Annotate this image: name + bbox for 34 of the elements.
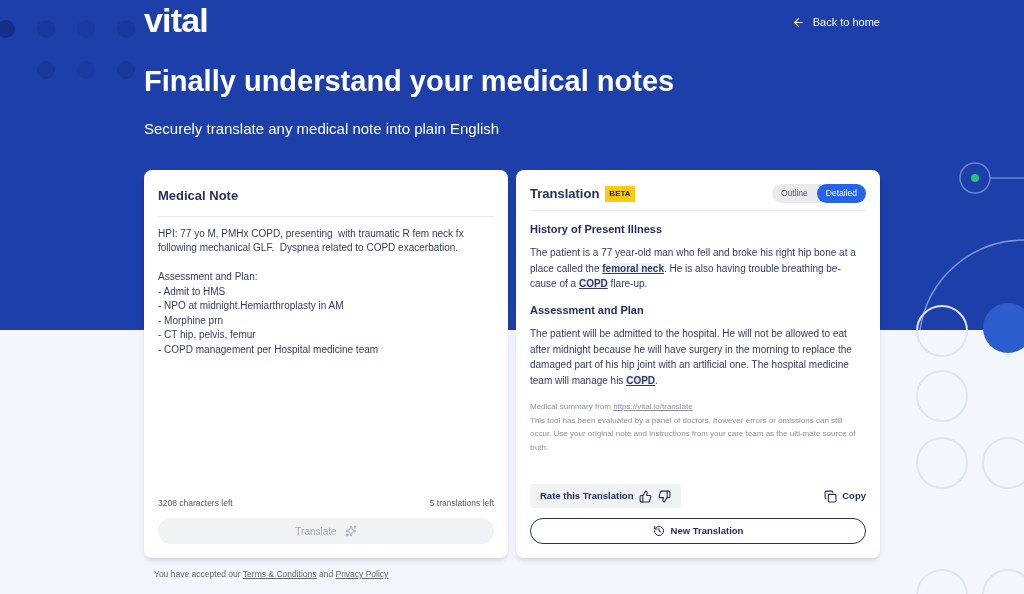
footer-link[interactable]: Privacy Policy [335, 569, 389, 579]
characters-left: 3208 characters left [158, 497, 233, 510]
history-icon [652, 525, 665, 537]
node-drawing [959, 162, 1024, 194]
term-link[interactable]: femoral neck [602, 262, 664, 274]
thumbs-down-icon[interactable] [658, 489, 672, 503]
logo: vital [144, 0, 208, 40]
card-title: Medical Note [158, 186, 494, 217]
section-heading: History of Present Illness [530, 221, 664, 237]
sparkle-icon [344, 525, 357, 537]
section-heading: Assessment and Plan [530, 302, 645, 318]
back-arrow-icon [791, 15, 805, 29]
beta-badge: BETA [605, 185, 635, 202]
section-text: The patient is a 77 year-old man who fell and broke his right hip bone at a place called the femoral neck. He is also having trouble breathing be-cause of a COPD flare-up. [530, 246, 857, 291]
copy-button[interactable]: Copy [824, 488, 866, 504]
term-link[interactable]: COPD [578, 278, 608, 289]
disclaimer-text: This tool has been evaluated by a panel of doctors, however errors or omissions can still occur. Use your original note and instructions from your care team as the ulti-mate source of truth. [530, 414, 857, 454]
footer-link[interactable]: Terms & Conditions [242, 569, 317, 579]
source-text: Medical summary from https://vital.io/translate [530, 401, 694, 413]
back-link[interactable]: Back to home [791, 14, 880, 31]
note-field[interactable]: HPI: 77 yo M, PMHx COPD, presenting with traumatic R fem neck fx following mechanical GLF. Dyspnea related to COPD exacerbation. Assessment and Plan: - Admit to HMS - NPO at midnight.Hemiarthroplasty in AM - Morphine prn - CT hip, pelvis, femur - COPD management per Hospital medicine team [158, 226, 494, 498]
copy-icon [824, 489, 838, 503]
page-title: Finally understand your medical notes [144, 64, 676, 99]
translations-left: 5 translations left [429, 497, 494, 510]
view-tab[interactable]: Outline [771, 184, 817, 204]
page-subtitle: Securely translate any medical note into plain English [144, 118, 501, 139]
card-title: Translation [530, 185, 600, 203]
view-tab[interactable]: Detailed [816, 184, 866, 204]
footer-text: You have accepted our Terms & Conditions and Privacy Policy [154, 568, 390, 581]
source-link[interactable]: https://vital.io/translate [613, 402, 693, 411]
circle-drawing [983, 303, 1024, 353]
thumbs-up-icon[interactable] [639, 489, 653, 503]
section-text: The patient will be admitted to the hospital. He will not be allowed to eat after midnight because he will have surgery in the morning to replace the damaged part of his hip joint with an artificial one. The hospital medicine team will manage his COPD. [530, 327, 853, 388]
rate-label: Rate this Translation [540, 488, 634, 503]
